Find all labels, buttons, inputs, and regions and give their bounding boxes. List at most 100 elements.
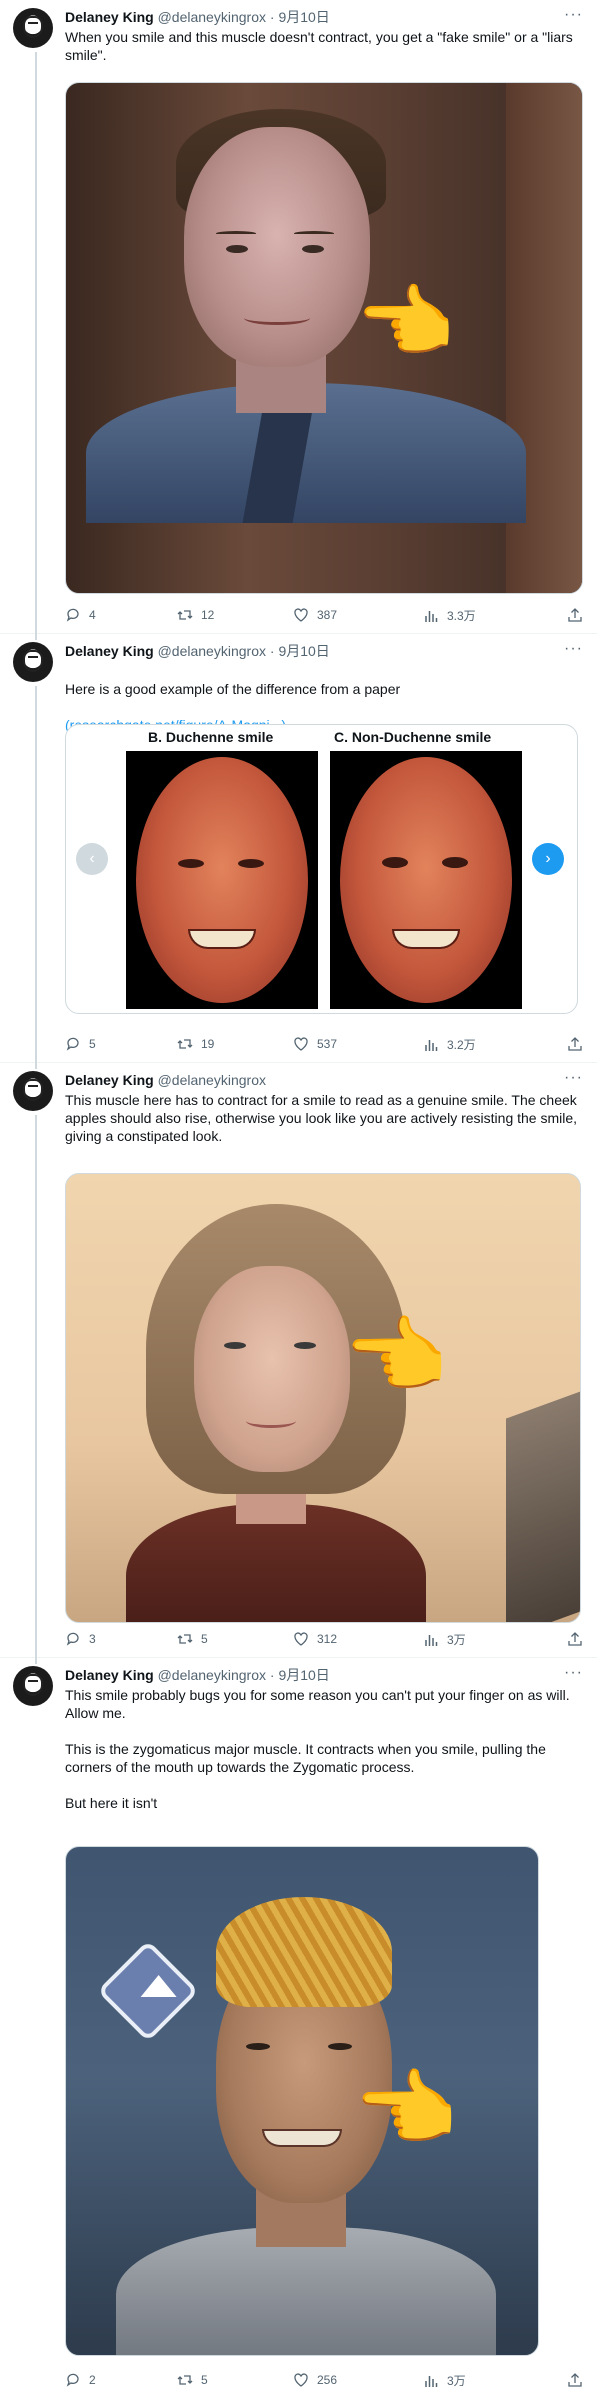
heart-icon <box>293 2372 309 2388</box>
tweet-4[interactable]: Delaney King @delaneykingrox · 9月10日 ···… <box>0 1658 597 2403</box>
action-bar: 3 5 312 3万 <box>65 1631 583 1651</box>
like-button[interactable]: 537 <box>293 1036 337 1052</box>
author-handle[interactable]: @delaneykingrox <box>158 1072 266 1088</box>
tweet-date[interactable]: 9月10日 <box>278 1667 329 1683</box>
views-count: 3万 <box>447 1633 466 1647</box>
tweet-text: This muscle here has to contract for a s… <box>65 1092 578 1144</box>
avatar[interactable] <box>13 642 53 682</box>
views-button[interactable]: 3.2万 <box>423 1036 476 1053</box>
more-icon[interactable]: ··· <box>564 6 583 24</box>
reply-count: 4 <box>89 608 96 622</box>
more-icon[interactable]: ··· <box>564 640 583 658</box>
figure-face <box>184 127 370 367</box>
tweet-image[interactable]: 👉 <box>65 1846 539 2356</box>
duchenne-panel <box>126 751 318 1009</box>
views-icon <box>423 608 439 624</box>
views-button[interactable]: 3.3万 <box>423 607 476 624</box>
up-left-arrow-icon <box>97 1940 199 2042</box>
thread-line <box>35 1063 37 1069</box>
tweet-date[interactable]: 9月10日 <box>278 9 329 25</box>
share-button[interactable] <box>567 2372 583 2388</box>
separator: · <box>269 1667 275 1683</box>
reply-button[interactable]: 5 <box>65 1036 96 1052</box>
author-name[interactable]: Delaney King <box>65 643 154 659</box>
separator: · <box>269 643 275 659</box>
tweet-text: This smile probably bugs you for some re… <box>65 1687 570 1811</box>
views-count: 3.3万 <box>447 609 476 623</box>
pointing-hand-icon: 👉 <box>356 2062 461 2156</box>
carousel-prev-button[interactable]: ‹ <box>76 843 108 875</box>
avatar[interactable] <box>13 1071 53 1111</box>
retweet-icon <box>177 1036 193 1052</box>
views-icon <box>423 2373 439 2389</box>
avatar[interactable] <box>13 8 53 48</box>
action-bar: 4 12 387 3.3万 <box>65 607 583 627</box>
reply-count: 3 <box>89 1632 96 1646</box>
like-button[interactable]: 387 <box>293 607 337 623</box>
retweet-button[interactable]: 5 <box>177 2372 208 2388</box>
share-icon <box>567 2372 583 2388</box>
tweet-1[interactable]: Delaney King @delaneykingrox · 9月10日 ···… <box>0 0 597 634</box>
tweet-header: Delaney King @delaneykingrox · 9月10日 <box>65 8 330 26</box>
more-icon[interactable]: ··· <box>564 1069 583 1087</box>
tweet-header: Delaney King @delaneykingrox · 9月10日 <box>65 1666 330 1684</box>
retweet-button[interactable]: 19 <box>177 1036 214 1052</box>
chevron-right-icon: › <box>545 850 551 867</box>
tweet-header: Delaney King @delaneykingrox · 9月10日 <box>65 642 330 660</box>
like-button[interactable]: 256 <box>293 2372 337 2388</box>
retweet-icon <box>177 1631 193 1647</box>
label-duchenne: B. Duchenne smile <box>148 729 274 745</box>
views-count: 3.2万 <box>447 1038 476 1052</box>
tweet-2[interactable]: Delaney King @delaneykingrox · 9月10日 ···… <box>0 634 597 1063</box>
like-button[interactable]: 312 <box>293 1631 337 1647</box>
non-duchenne-panel <box>330 751 522 1009</box>
more-icon[interactable]: ··· <box>564 1664 583 1682</box>
reply-icon <box>65 1631 81 1647</box>
share-button[interactable] <box>567 607 583 623</box>
like-count: 387 <box>317 608 338 622</box>
retweet-button[interactable]: 5 <box>177 1631 208 1647</box>
chevron-left-icon: ‹ <box>89 850 95 867</box>
retweet-button[interactable]: 12 <box>177 607 214 623</box>
tweet-text: When you smile and this muscle doesn't c… <box>65 29 573 63</box>
author-name[interactable]: Delaney King <box>65 1667 154 1683</box>
action-bar: 5 19 537 3.2万 <box>65 1036 583 1056</box>
reply-icon <box>65 607 81 623</box>
reply-button[interactable]: 2 <box>65 2372 96 2388</box>
tweet-image[interactable]: 👉 <box>65 82 583 594</box>
share-button[interactable] <box>567 1631 583 1647</box>
carousel-next-button[interactable]: › <box>532 843 564 875</box>
heart-icon <box>293 1631 309 1647</box>
retweet-icon <box>177 2372 193 2388</box>
tweet-image[interactable]: 👉 <box>65 1173 581 1623</box>
tweet-3[interactable]: Delaney King @delaneykingrox ··· This mu… <box>0 1063 597 1658</box>
reply-button[interactable]: 3 <box>65 1631 96 1647</box>
author-handle[interactable]: @delaneykingrox <box>158 1667 266 1683</box>
share-button[interactable] <box>567 1036 583 1052</box>
thread-line <box>35 1115 37 1658</box>
author-handle[interactable]: @delaneykingrox <box>158 9 266 25</box>
share-icon <box>567 1631 583 1647</box>
avatar[interactable] <box>13 1666 53 1706</box>
views-icon <box>423 1037 439 1053</box>
author-name[interactable]: Delaney King <box>65 9 154 25</box>
like-count: 537 <box>317 1037 338 1051</box>
reply-button[interactable]: 4 <box>65 607 96 623</box>
thread-line <box>35 52 37 634</box>
share-icon <box>567 1036 583 1052</box>
retweet-icon <box>177 607 193 623</box>
reply-icon <box>65 2372 81 2388</box>
views-icon <box>423 1632 439 1648</box>
thread-line <box>35 1658 37 1664</box>
action-bar: 2 5 256 3万 <box>65 2372 583 2392</box>
link-card[interactable]: B. Duchenne smile C. Non-Duchenne smile … <box>65 724 578 1014</box>
tweet-date[interactable]: 9月10日 <box>278 643 329 659</box>
retweet-count: 12 <box>201 608 215 622</box>
views-button[interactable]: 3万 <box>423 1631 466 1648</box>
reply-count: 5 <box>89 1037 96 1051</box>
author-name[interactable]: Delaney King <box>65 1072 154 1088</box>
views-button[interactable]: 3万 <box>423 2372 466 2389</box>
tweet-header: Delaney King @delaneykingrox <box>65 1071 266 1089</box>
author-handle[interactable]: @delaneykingrox <box>158 643 266 659</box>
heart-icon <box>293 607 309 623</box>
